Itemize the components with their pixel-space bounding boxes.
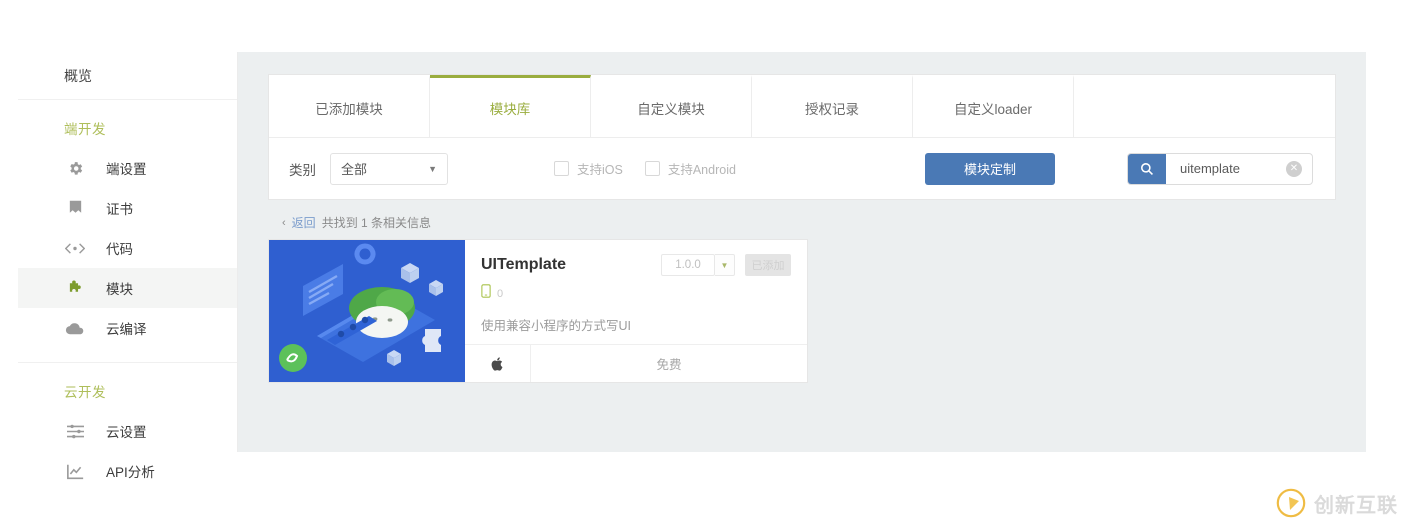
chart-icon xyxy=(64,461,86,481)
chevron-down-icon: ▼ xyxy=(428,163,437,174)
checkbox-label: 支持Android xyxy=(667,163,736,177)
category-select-value: 全部 xyxy=(341,162,368,177)
module-title-row: UITemplate 1.0.0 ▼ 已添加 xyxy=(481,254,791,276)
checkbox-box-icon xyxy=(554,161,569,176)
search-box[interactable]: uitemplate ✕ xyxy=(1127,152,1313,185)
checkbox-box-icon xyxy=(644,161,660,176)
clear-search-icon[interactable]: ✕ xyxy=(1286,160,1302,177)
module-title: UITemplate xyxy=(481,256,567,273)
apple-icon xyxy=(465,345,531,382)
module-customization-button[interactable]: 模块定制 xyxy=(925,152,1055,185)
search-input[interactable]: uitemplate xyxy=(1166,161,1286,176)
tab-bar: 已添加模块 模块库 自定义模块 授权记录 自定义loader xyxy=(269,75,1335,137)
sidebar-group-title-cloud: 云开发 xyxy=(64,385,106,400)
content-area: 已添加模块 模块库 自定义模块 授权记录 自定义loader 类别 全部 ▼ 支… xyxy=(238,52,1366,452)
tab-label: 自定义loader xyxy=(953,101,1033,117)
download-count: 0 xyxy=(497,287,504,300)
checkbox-support-android[interactable]: 支持Android xyxy=(644,159,736,178)
puzzle-icon xyxy=(64,278,86,298)
sidebar-item-code[interactable]: 代码 xyxy=(18,228,237,268)
sidebar-item-label: 云设置 xyxy=(106,425,147,440)
results-header: ‹ 返回 共找到 1 条相关信息 xyxy=(282,214,1336,231)
sidebar-item-label: 模块 xyxy=(106,282,133,297)
tab-label: 授权记录 xyxy=(805,101,859,117)
checkbox-support-ios[interactable]: 支持iOS xyxy=(554,159,623,178)
sidebar-item-modules[interactable]: 模块 xyxy=(18,268,237,308)
watermark: 创新互联 xyxy=(1276,488,1398,518)
tab-custom-loader[interactable]: 自定义loader xyxy=(913,75,1074,137)
sidebar-item-label: 代码 xyxy=(106,242,133,257)
module-card-main: UITemplate 1.0.0 ▼ 已添加 0 使用兼容小程序的方式写UI xyxy=(465,240,807,344)
version-selector[interactable]: 1.0.0 ▼ xyxy=(661,254,735,276)
sidebar-item-api-analysis[interactable]: API分析 xyxy=(18,451,237,491)
chevron-left-icon[interactable]: ‹ xyxy=(282,217,286,229)
added-button-label: 已添加 xyxy=(751,260,785,272)
sidebar-item-label: API分析 xyxy=(106,465,155,480)
tab-bar-filler xyxy=(1074,75,1335,137)
sidebar-item-label: 云编译 xyxy=(106,322,147,337)
sidebar-item-client-settings[interactable]: 端设置 xyxy=(18,148,237,188)
module-price: 免费 xyxy=(656,358,682,372)
watermark-text: 创新互联 xyxy=(1314,494,1398,517)
download-row: 0 xyxy=(481,284,791,303)
sliders-icon xyxy=(64,421,86,441)
module-card[interactable]: UITemplate 1.0.0 ▼ 已添加 0 使用兼容小程序的方式写UI 免… xyxy=(268,239,808,383)
sidebar-item-label: 端设置 xyxy=(106,162,147,177)
sidebar-item-label: 证书 xyxy=(106,202,133,217)
gear-icon xyxy=(64,158,86,178)
category-label: 类别 xyxy=(289,162,316,178)
checkbox-label: 支持iOS xyxy=(577,163,623,177)
tab-custom-modules[interactable]: 自定义模块 xyxy=(591,75,752,137)
back-link[interactable]: 返回 xyxy=(292,214,316,231)
module-thumbnail xyxy=(269,240,465,382)
tab-label: 自定义模块 xyxy=(637,101,705,117)
filter-bar: 类别 全部 ▼ 支持iOS 支持Android 模块定制 uitemplate … xyxy=(269,137,1335,199)
sidebar-item-cloud-build[interactable]: 云编译 xyxy=(18,308,237,348)
sidebar: 概览 端开发 端设置 证书 代码 模块 云编译 云开发 云设置 API分析 xyxy=(18,52,238,480)
tab-module-library[interactable]: 模块库 xyxy=(430,75,591,137)
added-button: 已添加 xyxy=(745,254,791,276)
tab-label: 已添加模块 xyxy=(315,101,383,117)
chevron-down-icon[interactable]: ▼ xyxy=(715,254,735,276)
sidebar-overview-label: 概览 xyxy=(64,67,92,84)
code-icon xyxy=(64,238,86,258)
modules-panel: 已添加模块 模块库 自定义模块 授权记录 自定义loader 类别 全部 ▼ 支… xyxy=(268,74,1336,200)
mobile-icon xyxy=(481,284,491,303)
brand-logo-icon xyxy=(1276,488,1306,518)
sidebar-item-certificate[interactable]: 证书 xyxy=(18,188,237,228)
module-customization-label: 模块定制 xyxy=(963,162,1016,177)
module-description: 使用兼容小程序的方式写UI xyxy=(481,319,632,333)
certificate-icon xyxy=(64,198,86,218)
tab-label: 模块库 xyxy=(489,101,531,117)
search-icon[interactable] xyxy=(1128,153,1166,184)
sidebar-item-overview[interactable]: 概览 xyxy=(18,52,237,100)
sidebar-item-cloud-settings[interactable]: 云设置 xyxy=(18,411,237,451)
module-card-body: UITemplate 1.0.0 ▼ 已添加 0 使用兼容小程序的方式写UI 免… xyxy=(465,240,807,382)
sidebar-group-title-client: 端开发 xyxy=(64,122,106,137)
app-window: 概览 端开发 端设置 证书 代码 模块 云编译 云开发 云设置 API分析 已添… xyxy=(0,0,1412,528)
cloud-icon xyxy=(64,318,86,338)
category-select[interactable]: 全部 ▼ xyxy=(330,152,448,185)
results-count-text: 共找到 1 条相关信息 xyxy=(321,216,432,230)
tab-auth-records[interactable]: 授权记录 xyxy=(752,75,913,137)
version-value: 1.0.0 xyxy=(661,254,715,276)
tab-added-modules[interactable]: 已添加模块 xyxy=(269,75,430,137)
platform-checkboxes: 支持iOS 支持Android xyxy=(554,159,736,178)
module-card-footer: 免费 xyxy=(465,344,807,382)
